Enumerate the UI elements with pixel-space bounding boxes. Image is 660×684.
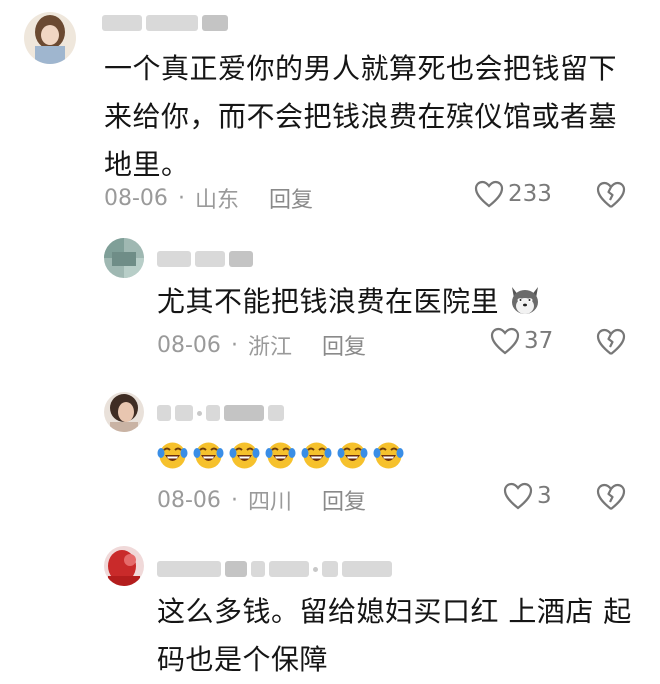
username-blurred bbox=[102, 14, 228, 32]
username-blurred bbox=[157, 404, 284, 422]
comment-text: 这么多钱。留给媳妇买口红 上酒店 起 码也是个保障 bbox=[157, 595, 632, 676]
laughing-tears-emoji bbox=[229, 440, 260, 471]
comment-text: 一个真正爱你的男人就算死也会把钱留下 来给你，而不会把钱浪费在殡仪馆或者墓 地里… bbox=[104, 52, 618, 181]
comment-location: 浙江 bbox=[247, 335, 292, 360]
comment-date: 08-06 bbox=[157, 332, 221, 358]
comment-meta: 08-06 · 四川 回复 bbox=[157, 484, 366, 516]
dislike-button[interactable] bbox=[596, 483, 626, 515]
dislike-button[interactable] bbox=[596, 328, 626, 360]
meta-separator: · bbox=[230, 487, 238, 513]
like-count: 3 bbox=[537, 483, 552, 509]
like-button[interactable]: 37 bbox=[490, 327, 553, 355]
heart-outline-icon bbox=[474, 180, 504, 208]
comment-location: 四川 bbox=[247, 490, 292, 515]
broken-heart-icon bbox=[596, 181, 626, 208]
laughing-tears-emoji bbox=[373, 440, 404, 471]
meta-separator: · bbox=[177, 185, 185, 211]
comment-location: 山东 bbox=[194, 188, 239, 213]
username-blurred bbox=[157, 560, 392, 578]
comment-meta: 08-06 · 浙江 回复 bbox=[157, 329, 366, 361]
comment-date: 08-06 bbox=[104, 185, 168, 211]
comment-date: 08-06 bbox=[157, 487, 221, 513]
emoji-row bbox=[157, 440, 404, 471]
heart-outline-icon bbox=[503, 482, 533, 510]
avatar[interactable] bbox=[104, 392, 144, 432]
dislike-button[interactable] bbox=[596, 181, 626, 213]
broken-heart-icon bbox=[596, 328, 626, 355]
like-count: 233 bbox=[508, 181, 552, 207]
like-count: 37 bbox=[524, 328, 554, 354]
laughing-tears-emoji bbox=[265, 440, 296, 471]
comment-text: 尤其不能把钱浪费在医院里 bbox=[157, 278, 542, 326]
like-button[interactable]: 233 bbox=[474, 180, 552, 208]
reply-button[interactable]: 回复 bbox=[322, 484, 366, 516]
reply-button[interactable]: 回复 bbox=[269, 182, 313, 214]
meta-separator: · bbox=[230, 332, 238, 358]
like-button[interactable]: 3 bbox=[503, 482, 552, 510]
avatar[interactable] bbox=[24, 12, 76, 64]
avatar[interactable] bbox=[104, 546, 144, 586]
broken-heart-icon bbox=[596, 483, 626, 510]
heart-outline-icon bbox=[490, 327, 520, 355]
laughing-tears-emoji bbox=[193, 440, 224, 471]
husky-emoji bbox=[512, 287, 539, 314]
avatar[interactable] bbox=[104, 238, 144, 278]
username-blurred bbox=[157, 250, 253, 268]
comment-meta: 08-06 · 山东 回复 bbox=[104, 182, 313, 214]
reply-button[interactable]: 回复 bbox=[322, 329, 366, 361]
laughing-tears-emoji bbox=[337, 440, 368, 471]
laughing-tears-emoji bbox=[157, 440, 188, 471]
laughing-tears-emoji bbox=[301, 440, 332, 471]
